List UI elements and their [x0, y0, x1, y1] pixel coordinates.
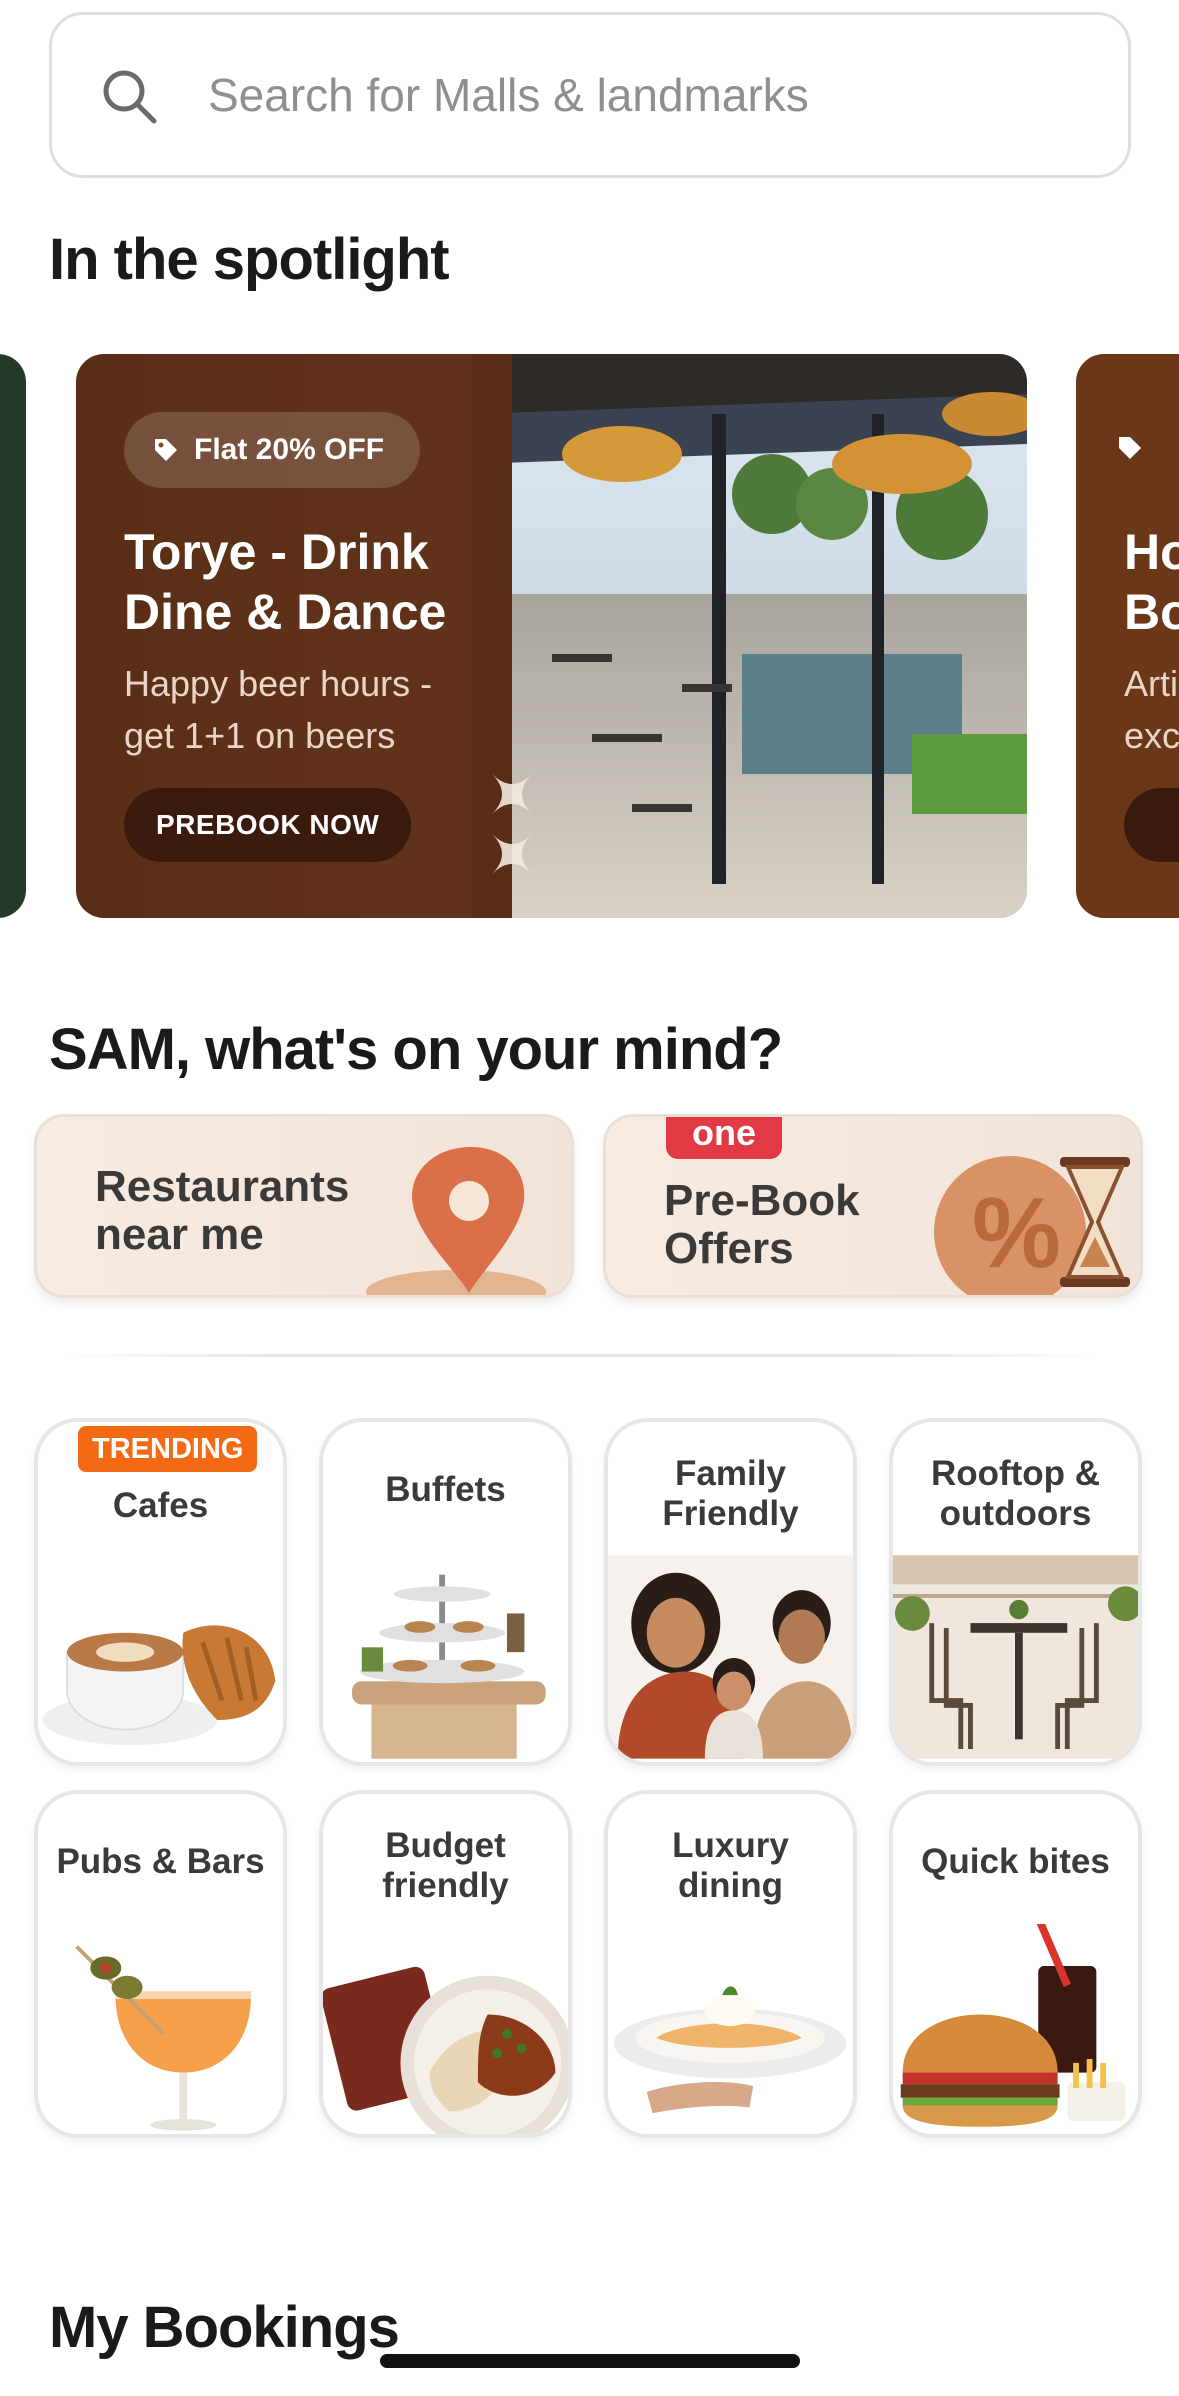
search-input[interactable]: Search for Malls & landmarks — [49, 12, 1131, 178]
next-banner-title: Ho Bo — [1124, 524, 1179, 640]
svg-text:%: % — [972, 1177, 1061, 1289]
luxury-dish-image — [613, 1986, 847, 2114]
banner-subtitle: Happy beer hours - get 1+1 on beers — [124, 663, 433, 756]
next-banner[interactable]: Ho Bo Arti exc — [1076, 354, 1179, 918]
spotlight-title: In the spotlight — [49, 227, 450, 292]
my-bookings-title: My Bookings — [49, 2295, 400, 2360]
family-dining-image — [608, 1555, 853, 1759]
one-tag: one — [666, 1117, 782, 1159]
buffet-image — [352, 1574, 546, 1759]
pre-book-offers-card[interactable]: one Pre-Book Offers % — [603, 1114, 1143, 1298]
search-icon — [103, 70, 157, 124]
category-luxury-dining[interactable]: Luxury dining — [604, 1790, 857, 2138]
rooftop-image — [893, 1555, 1138, 1759]
category-quick-bites[interactable]: Quick bites — [889, 1790, 1142, 2138]
tag-icon — [1119, 437, 1141, 459]
search-placeholder: Search for Malls & landmarks — [208, 69, 809, 121]
category-family-friendly[interactable]: Family Friendly — [604, 1418, 857, 1766]
category-label: Quick bites — [921, 1842, 1110, 1881]
category-label: Pubs & Bars — [56, 1842, 265, 1881]
prev-banner[interactable] — [0, 354, 26, 918]
pre-book-offers-label: Pre-Book Offers — [664, 1176, 860, 1273]
category-label: Family Friendly — [662, 1454, 799, 1533]
section-divider — [60, 1354, 1100, 1357]
offer-badge: Flat 20% OFF — [124, 412, 421, 488]
trending-badge: TRENDING — [78, 1426, 258, 1472]
category-rooftop-outdoors[interactable]: Rooftop & outdoors — [889, 1418, 1142, 1766]
next-banner-subtitle: Arti exc — [1124, 663, 1179, 756]
restaurants-near-me-card[interactable]: Restaurants near me — [34, 1114, 574, 1298]
category-budget-friendly[interactable]: Budget friendly — [319, 1790, 572, 2138]
coffee-croissant-image — [42, 1625, 276, 1746]
category-label: Cafes — [112, 1486, 209, 1525]
category-label: Buffets — [385, 1470, 506, 1509]
cocktail-image — [75, 1945, 252, 2131]
category-buffets[interactable]: Buffets — [319, 1418, 572, 1766]
prebook-now-button[interactable]: PREBOOK NOW — [124, 788, 412, 862]
restaurant-photo — [472, 354, 1027, 918]
offer-badge-text: Flat 20% OFF — [194, 433, 385, 466]
category-pubs-bars[interactable]: Pubs & Bars — [34, 1790, 287, 2138]
next-banner-button[interactable] — [1124, 788, 1179, 862]
restaurants-near-me-label: Restaurants near me — [95, 1162, 350, 1259]
category-label: Luxury dining — [672, 1826, 789, 1905]
category-label: Rooftop & outdoors — [930, 1454, 1101, 1533]
tag-icon — [155, 439, 177, 461]
wallet-meal-image — [323, 1966, 568, 2134]
category-label: Budget friendly — [382, 1826, 509, 1905]
category-cafes[interactable]: TRENDING Cafes — [34, 1418, 287, 1766]
home-indicator[interactable] — [380, 2354, 800, 2368]
discount-hourglass-icon: % — [934, 1156, 1130, 1295]
burger-drink-image — [900, 1924, 1126, 2127]
map-pin-icon — [366, 1147, 546, 1295]
spotlight-banner[interactable]: Flat 20% OFF Torye - Drink Dine & Dance … — [76, 354, 1027, 918]
banner-title: Torye - Drink Dine & Dance — [124, 524, 447, 640]
mind-title: SAM, what's on your mind? — [49, 1017, 783, 1082]
